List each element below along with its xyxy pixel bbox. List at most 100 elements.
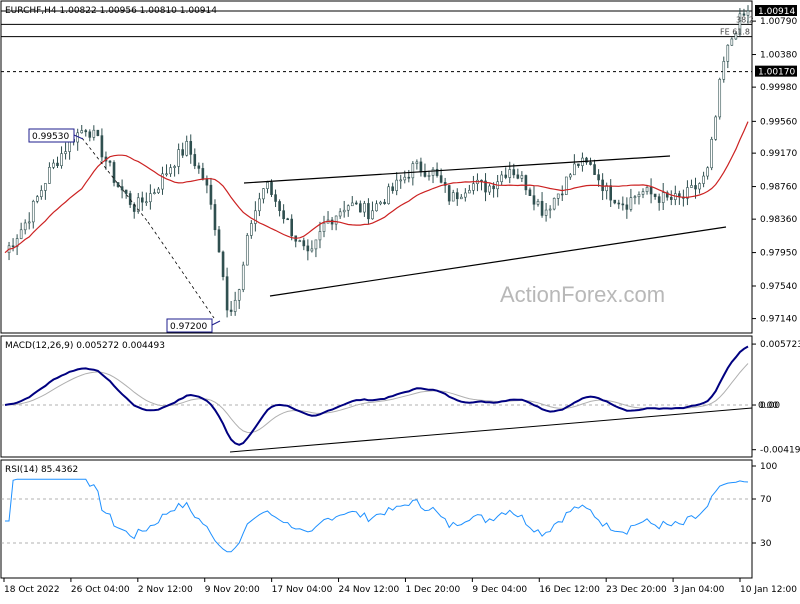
candle-body [40, 190, 43, 197]
candle-body [342, 209, 346, 213]
price-tick-label: 0.98760 [760, 183, 797, 193]
x-tick-label: 1 Dec 20:00 [405, 585, 460, 595]
candle-body [31, 201, 35, 223]
candle-body [593, 164, 596, 175]
candle-body [290, 218, 294, 237]
candle-body [706, 167, 709, 177]
candle-body [544, 209, 548, 216]
candle-body [552, 198, 556, 210]
candle-body [254, 210, 257, 224]
x-tick-label: 17 Nov 04:00 [272, 585, 333, 595]
candle-body [698, 183, 701, 190]
candle-body [690, 185, 693, 188]
rsi-panel-frame [0, 459, 753, 579]
candle-body [145, 201, 148, 204]
candle-body [439, 175, 443, 183]
macd-main-value-label: 0.00 [758, 401, 778, 411]
fib-label: 38.2 [736, 15, 754, 24]
chart-root: 1.00790 1.00380 0.99980 0.99560 0.99170 0.987… [0, 0, 800, 600]
candle-body [262, 188, 265, 200]
candle-body [282, 210, 285, 220]
macd-panel-title: MACD(12,26,9) 0.005272 0.004493 [5, 341, 165, 351]
candle-body [241, 264, 245, 290]
price-tick-label: 0.97950 [760, 249, 797, 259]
candle-body [153, 192, 156, 194]
candle-body [346, 205, 350, 211]
candle-body [629, 197, 633, 210]
candle-body [564, 176, 568, 195]
candle-body [601, 179, 604, 192]
candle-body [274, 194, 277, 202]
candle-body [209, 184, 213, 205]
candle-body [108, 160, 112, 163]
candle-body [23, 222, 27, 231]
candle-body [702, 175, 705, 184]
candle-body [379, 201, 382, 205]
candle-body [84, 130, 88, 133]
candle-body [350, 202, 354, 207]
candle-body [60, 153, 63, 167]
price-tag-level: 1.00170 [755, 65, 797, 78]
candle-body [645, 187, 649, 192]
candle-body [455, 192, 459, 200]
price-tick-label: 0.99170 [760, 149, 797, 159]
x-axis-ticks: 18 Oct 2022 26 Oct 04:00 2 Nov 12:00 9 Nov … [3, 578, 797, 595]
price-tick-label: 1.00790 [760, 17, 797, 27]
candle-body [88, 131, 92, 138]
fib-label: FE 61.8 [720, 28, 750, 37]
x-tick-label: 10 Jan 12:00 [740, 585, 797, 595]
candle-body [694, 185, 697, 190]
candle-body [411, 163, 415, 179]
candle-body [427, 175, 431, 177]
candle-body [19, 229, 23, 239]
macd-axis-ticks: 0.005723 0.00 -0.004195 [752, 340, 800, 456]
callout-high-label: 0.99530 [32, 132, 69, 142]
candle-body [375, 203, 378, 212]
candle-body [548, 208, 552, 211]
candle-body [488, 185, 491, 193]
candle-body [536, 201, 540, 205]
candle-body [185, 141, 189, 156]
x-tick-label: 2 Nov 12:00 [138, 585, 193, 595]
rsi-tick-label: 100 [760, 462, 777, 472]
candle-body [560, 193, 564, 196]
candle-body [157, 188, 160, 193]
price-tick-label: 0.97140 [760, 315, 797, 325]
candle-body [637, 194, 641, 198]
candle-body [589, 162, 592, 165]
x-tick-label: 9 Dec 04:00 [472, 585, 527, 595]
candle-body [407, 176, 411, 179]
candle-body [508, 169, 512, 178]
candle-body [371, 210, 374, 220]
x-tick-label: 18 Oct 2022 [4, 585, 60, 595]
candle-body [177, 149, 180, 167]
candle-body [625, 204, 629, 210]
candle-body [710, 139, 713, 169]
candle-body [641, 191, 645, 195]
candle-body [617, 202, 621, 205]
x-tick-label: 9 Nov 20:00 [205, 585, 260, 595]
x-tick-label: 3 Jan 04:00 [673, 585, 725, 595]
candle-body [165, 173, 168, 176]
candle-body [451, 192, 455, 202]
candle-body [116, 182, 120, 187]
candle-body [613, 199, 617, 204]
x-tick-label: 24 Nov 12:00 [339, 585, 400, 595]
candle-body [464, 192, 467, 198]
candle-body [221, 251, 225, 277]
candle-body [556, 193, 560, 199]
candle-body [298, 240, 302, 242]
macd-tick-label: -0.004195 [760, 446, 800, 456]
candle-body [266, 182, 269, 189]
candle-body [100, 135, 104, 158]
candle-body [270, 182, 273, 195]
macd-tick-label: 0.005723 [760, 340, 800, 350]
candle-body [92, 129, 96, 138]
candle-body [225, 276, 229, 311]
candle-body [722, 61, 726, 80]
candle-body [48, 167, 51, 184]
callout-low: 0.97200 [166, 318, 221, 333]
candle-body [64, 151, 67, 154]
candle-body [80, 130, 84, 134]
price-tag-label: 1.00914 [758, 7, 795, 17]
